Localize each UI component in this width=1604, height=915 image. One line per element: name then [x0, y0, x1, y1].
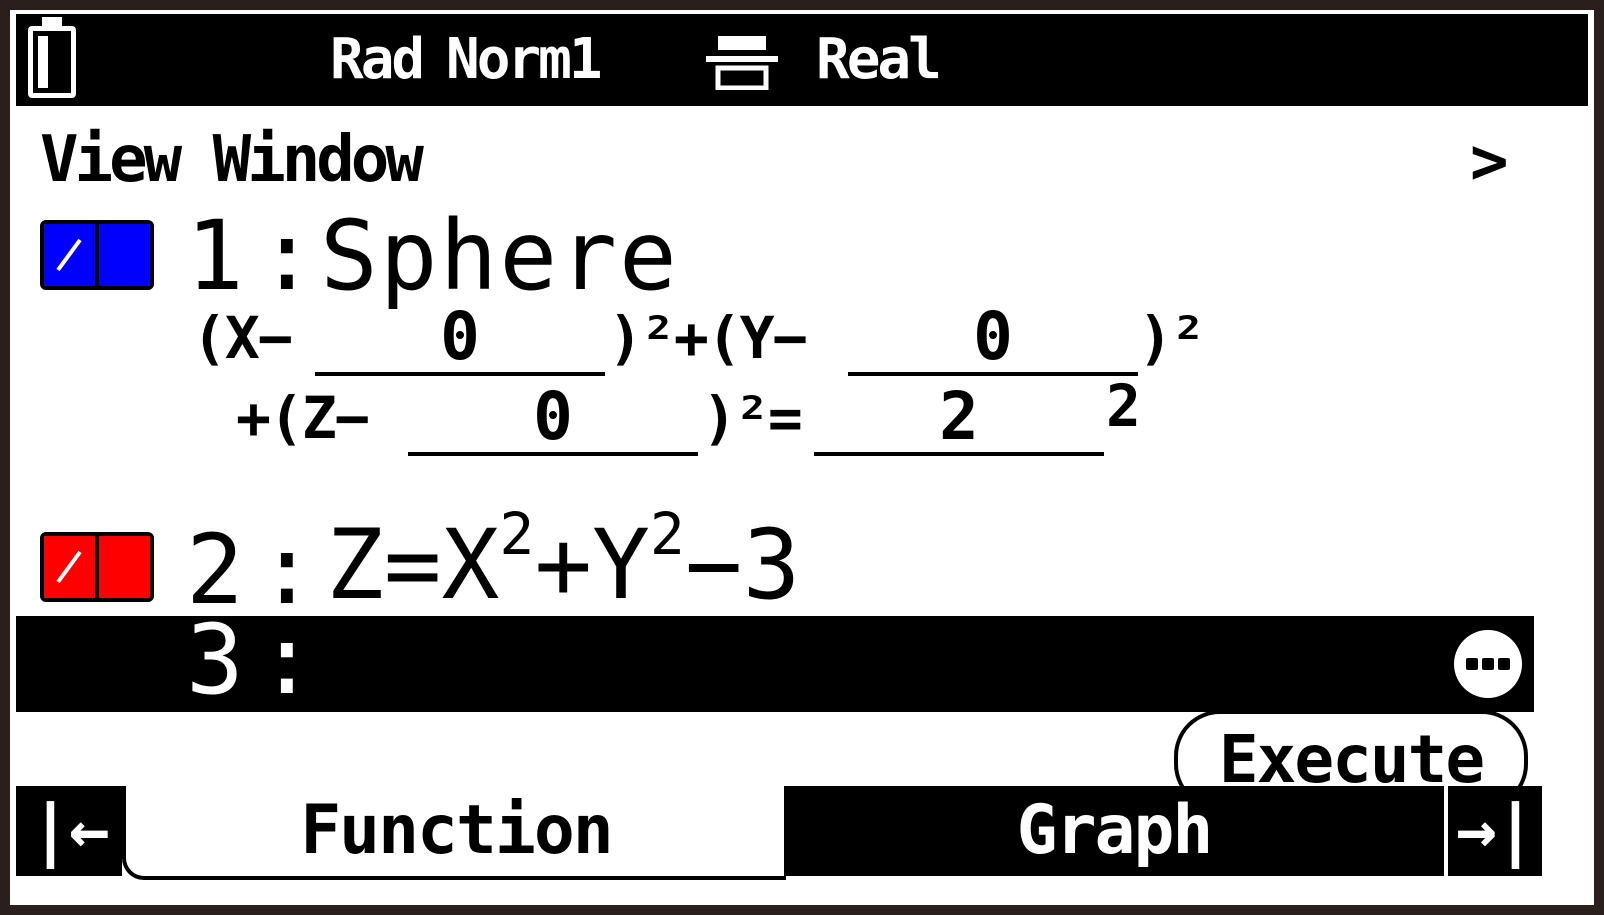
- function-colon-3: :: [258, 604, 316, 716]
- expr-sup-1: 2: [499, 500, 535, 568]
- display-format: Norm1: [446, 27, 603, 92]
- function-number-1: 1: [186, 200, 244, 312]
- function-colon-1: :: [258, 200, 316, 312]
- calculator-screen: Rad Norm1 Real View Window > 1 : Sphere …: [10, 10, 1594, 905]
- expr-part-c: −3: [684, 509, 801, 621]
- expr-part-a: Z=X: [326, 509, 500, 621]
- function-expression-2[interactable]: Z=X2+Y2−3: [326, 500, 801, 621]
- graph-color-toggle-1[interactable]: [40, 220, 154, 290]
- tab-bar: |← Function Graph →|: [16, 786, 1588, 880]
- eq-x-close: )²+(Y−: [608, 304, 808, 372]
- tab-next-icon[interactable]: →|: [1448, 786, 1542, 876]
- tab-graph[interactable]: Graph: [784, 786, 1444, 876]
- function-row-3-selected[interactable]: 3 :: [16, 610, 1534, 712]
- eq-x-open: (X−: [192, 304, 293, 372]
- eq-z-close: )²=: [702, 384, 803, 452]
- battery-icon: [28, 17, 76, 98]
- eq-z-open: +(Z−: [236, 384, 370, 452]
- sphere-z-center-field[interactable]: 0: [408, 382, 698, 456]
- more-options-icon[interactable]: [1454, 630, 1522, 698]
- tab-prev-icon[interactable]: |←: [16, 786, 122, 876]
- screen-title: View Window: [40, 123, 424, 197]
- eq-y-close: )²: [1138, 304, 1206, 372]
- expr-sup-2: 2: [649, 500, 685, 568]
- function-name-sphere[interactable]: Sphere: [320, 206, 679, 306]
- sphere-x-center-field[interactable]: 0: [315, 302, 605, 376]
- eq-radius-sup: 2: [1106, 372, 1141, 440]
- graph-color-toggle-2[interactable]: [40, 532, 154, 602]
- tab-function[interactable]: Function: [122, 786, 786, 880]
- function-number-3: 3: [186, 604, 244, 716]
- status-bar: Rad Norm1 Real: [16, 14, 1588, 106]
- chevron-right-icon[interactable]: >: [1470, 122, 1509, 202]
- expr-part-b: +Y: [534, 509, 650, 621]
- angle-mode: Rad: [330, 27, 425, 92]
- sphere-radius-field[interactable]: 2: [814, 382, 1104, 456]
- sphere-y-center-field[interactable]: 0: [848, 302, 1138, 376]
- complex-mode: Real: [816, 27, 942, 92]
- input-output-icon: [706, 36, 778, 90]
